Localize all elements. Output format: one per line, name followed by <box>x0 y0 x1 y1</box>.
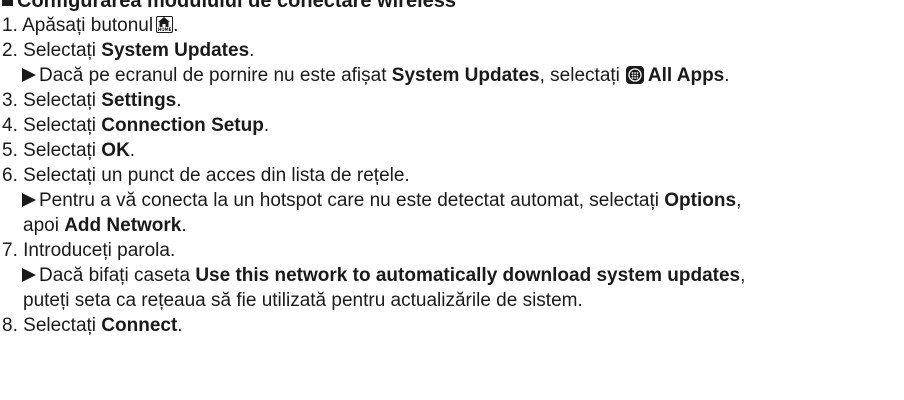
step-8: 8. Selectați Connect. <box>0 313 904 338</box>
section-title: Configurarea modulului de conectare wire… <box>0 0 904 13</box>
note-text: Pentru a vă conecta la un hotspot care n… <box>39 190 665 211</box>
step-bold-term: System Updates <box>101 40 250 61</box>
step-number: 3. <box>2 90 18 111</box>
step-text: Selectați <box>23 90 102 111</box>
step-text: Selectați <box>23 140 102 161</box>
square-bullet-icon <box>2 0 13 6</box>
instruction-document: Configurarea modulului de conectare wire… <box>0 0 904 338</box>
step-text: Selectați <box>23 315 102 336</box>
step-number: 1. <box>2 15 18 36</box>
home-button-icon: HOME <box>156 16 174 33</box>
step-number: 8. <box>2 315 18 336</box>
home-icon-label: HOME <box>157 27 172 32</box>
note-text: puteți seta ca rețeaua să fie utilizată … <box>23 290 583 311</box>
step-text: Introduceți parola. <box>23 240 176 261</box>
note-bold-term-2: All Apps <box>647 65 725 86</box>
note-text: apoi <box>23 215 65 236</box>
step-number: 5. <box>2 140 18 161</box>
step-text-end: . <box>263 115 270 136</box>
step-number: 6. <box>2 165 18 186</box>
step-7-note: Dacă bifați caseta Use this network to a… <box>0 263 904 288</box>
step-6-note-continued: apoi Add Network. <box>0 213 904 238</box>
note-bold-term: Options <box>664 190 737 211</box>
step-bold-term: Connect <box>101 315 178 336</box>
step-number: 7. <box>2 240 18 261</box>
note-text-mid: , <box>736 190 742 211</box>
step-text: Selectați <box>23 115 102 136</box>
step-text: Selectați <box>23 40 102 61</box>
step-number: 2. <box>2 40 18 61</box>
triangle-bullet-icon <box>22 68 36 82</box>
note-bold-term-2: Add Network <box>64 215 182 236</box>
note-bold-term: Use this network to automatically downlo… <box>195 265 741 286</box>
step-6-note: Pentru a vă conecta la un hotspot care n… <box>0 188 904 213</box>
step-2: 2. Selectați System Updates. <box>0 38 904 63</box>
note-text-end: . <box>724 65 730 86</box>
note-bold-term: System Updates <box>391 65 540 86</box>
step-3: 3. Selectați Settings. <box>0 88 904 113</box>
note-text-end: , <box>740 265 746 286</box>
step-text-end: . <box>129 140 136 161</box>
note-text: Dacă bifați caseta <box>39 265 196 286</box>
step-bold-term: Connection Setup <box>101 115 264 136</box>
step-text: Apăsați butonul <box>22 15 154 36</box>
step-1: 1. Apăsați butonul HOME. <box>0 13 904 38</box>
step-4: 4. Selectați Connection Setup. <box>0 113 904 138</box>
step-6: 6. Selectați un punct de acces din lista… <box>0 163 904 188</box>
step-text-end: . <box>249 40 255 61</box>
all-apps-icon <box>625 66 644 84</box>
note-text: Dacă pe ecranul de pornire nu este afișa… <box>39 65 392 86</box>
step-text-end: . <box>173 15 179 36</box>
section-title-text: Configurarea modulului de conectare wire… <box>17 0 457 12</box>
note-text-mid: , selectați <box>539 65 620 86</box>
step-text-end: . <box>176 90 182 111</box>
step-number: 4. <box>2 115 18 136</box>
note-text-end: . <box>181 215 187 236</box>
step-bold-term: Settings <box>101 90 177 111</box>
step-5: 5. Selectați OK. <box>0 138 904 163</box>
step-7-note-continued: puteți seta ca rețeaua să fie utilizată … <box>0 288 904 313</box>
step-7: 7. Introduceți parola. <box>0 238 904 263</box>
triangle-bullet-icon <box>22 268 36 282</box>
triangle-bullet-icon <box>22 193 36 207</box>
step-2-note: Dacă pe ecranul de pornire nu este afișa… <box>0 63 904 88</box>
step-text: Selectați un punct de acces din lista de… <box>23 165 410 186</box>
step-text-end: . <box>177 315 183 336</box>
step-bold-term: OK <box>101 140 130 161</box>
